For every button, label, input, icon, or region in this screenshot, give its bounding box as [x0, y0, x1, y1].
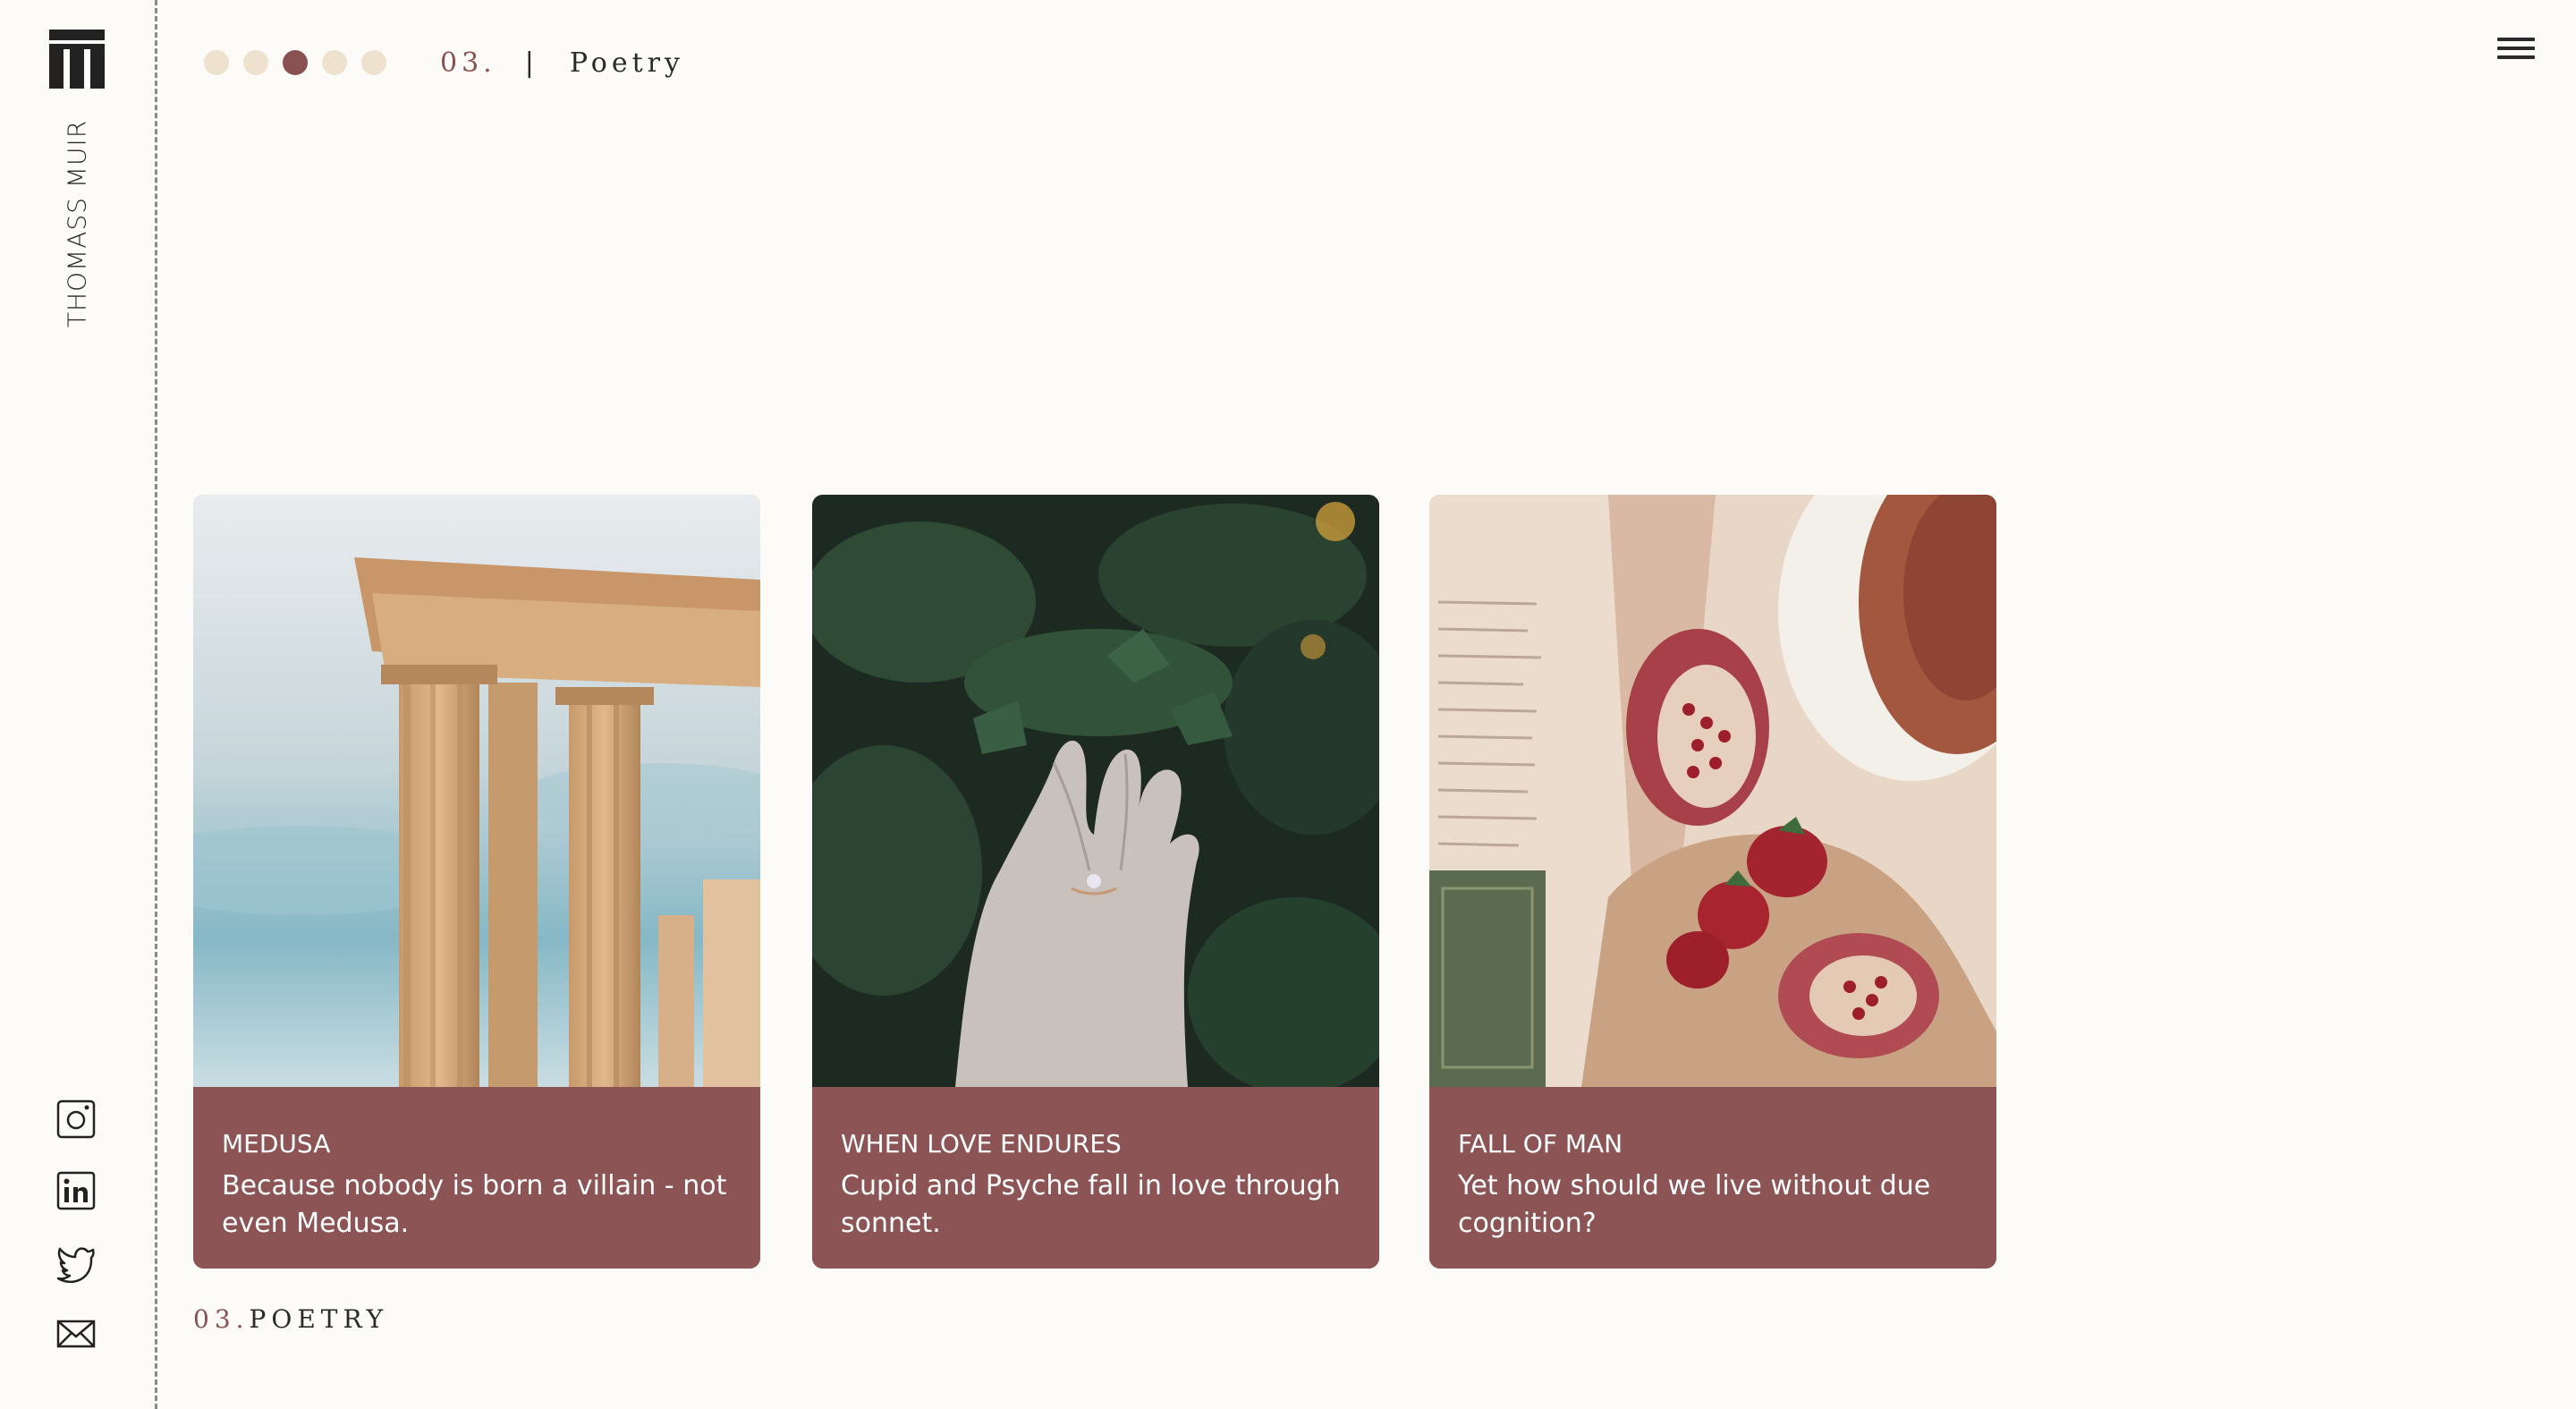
poem-card-when-love-endures[interactable]: WHEN LOVE ENDURES Cupid and Psyche fall … — [812, 495, 1379, 1269]
author-name: THOMASS MUIR — [62, 119, 92, 328]
card-title: FALL OF MAN — [1458, 1129, 1623, 1159]
card-description: Cupid and Psyche fall in love through so… — [841, 1170, 1341, 1239]
pagination-dot-5[interactable] — [361, 50, 386, 75]
twitter-icon[interactable] — [55, 1242, 97, 1283]
social-links — [55, 1099, 98, 1385]
section-title: Poetry — [569, 47, 684, 79]
pagination-dot-2[interactable] — [243, 50, 268, 75]
linkedin-icon[interactable] — [55, 1170, 97, 1211]
mail-icon[interactable] — [55, 1313, 97, 1354]
footer-section-title: POETRY — [249, 1304, 389, 1334]
page: THOMASS MUIR 03. | Poetry MEDUSA Because… — [0, 0, 2576, 1409]
header-separator: | — [524, 47, 534, 79]
card-caption: MEDUSA Because nobody is born a villain … — [193, 1087, 760, 1269]
footer-section-number: 03. — [193, 1304, 250, 1334]
pagination-dot-4[interactable] — [322, 50, 347, 75]
card-title: WHEN LOVE ENDURES — [841, 1129, 1122, 1159]
columns-logo-icon[interactable] — [49, 30, 105, 89]
instagram-icon[interactable] — [55, 1099, 97, 1140]
card-title: MEDUSA — [222, 1129, 331, 1159]
section-footer-label: 03.POETRY — [193, 1304, 388, 1334]
hamburger-menu-icon[interactable] — [2497, 38, 2535, 63]
card-caption: WHEN LOVE ENDURES Cupid and Psyche fall … — [812, 1087, 1379, 1269]
poem-card-fall-of-man[interactable]: FALL OF MAN Yet how should we live witho… — [1429, 495, 1996, 1269]
card-caption: FALL OF MAN Yet how should we live witho… — [1429, 1087, 1996, 1269]
pagination-dot-3[interactable] — [283, 50, 308, 75]
book-pomegranate-image — [1429, 495, 1996, 1087]
card-description: Because nobody is born a villain - not e… — [222, 1170, 727, 1239]
section-pagination — [204, 50, 386, 75]
header: 03. | Poetry — [204, 45, 684, 81]
temple-image — [193, 495, 760, 1087]
hand-ring-image — [812, 495, 1379, 1087]
poem-card-medusa[interactable]: MEDUSA Because nobody is born a villain … — [193, 495, 760, 1269]
pagination-dot-1[interactable] — [204, 50, 229, 75]
section-number: 03. — [440, 47, 496, 79]
sidebar: THOMASS MUIR — [0, 0, 157, 1409]
card-description: Yet how should we live without due cogni… — [1458, 1170, 1931, 1239]
